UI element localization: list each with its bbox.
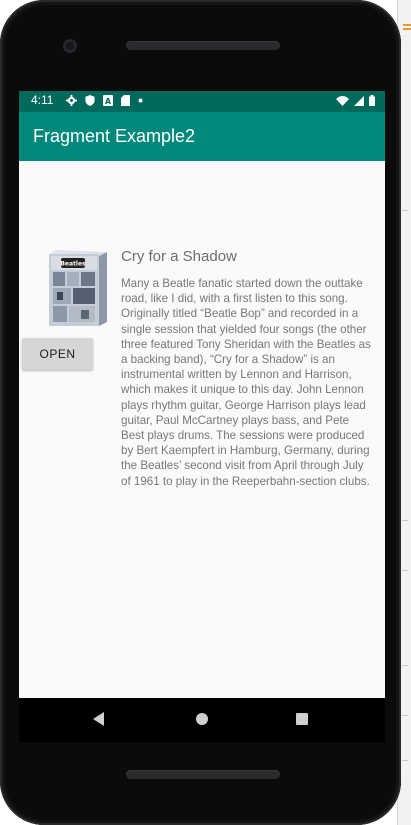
wifi-icon [336, 95, 349, 106]
song-description: Many a Beatle fanatic started down the o… [121, 277, 371, 488]
battery-icon [369, 95, 375, 106]
background-tick [402, 665, 408, 666]
background-tick [402, 715, 408, 716]
status-system-icons [336, 95, 375, 106]
recents-icon[interactable] [296, 713, 308, 725]
phone-screen: 4:11 A Fragment Example2 Beatles OPEN Cr… [19, 91, 385, 698]
song-title: Cry for a Shadow [121, 248, 237, 265]
phone-frame: 4:11 A Fragment Example2 Beatles OPEN Cr… [0, 0, 401, 825]
background-tick [402, 760, 408, 761]
back-icon[interactable] [92, 712, 106, 726]
open-button[interactable]: OPEN [22, 338, 93, 370]
background-orange-marks [403, 22, 411, 36]
album-cover-image[interactable]: Beatles [47, 248, 107, 328]
home-icon[interactable] [195, 712, 209, 726]
bottom-speaker [126, 770, 280, 779]
svg-text:Beatles: Beatles [60, 261, 86, 268]
status-notification-icons: A [66, 95, 143, 106]
svg-text:A: A [105, 97, 112, 106]
gear-icon [66, 95, 77, 106]
status-time: 4:11 [31, 93, 54, 107]
background-tick [402, 570, 408, 571]
sd-card-icon [121, 95, 130, 106]
front-camera [63, 39, 77, 53]
signal-icon [354, 95, 364, 106]
navigation-bar [19, 698, 385, 742]
background-tick [402, 520, 408, 521]
earpiece-speaker [126, 41, 280, 50]
app-title: Fragment Example2 [33, 126, 196, 146]
status-bar: 4:11 A [19, 91, 385, 112]
notification-a-icon: A [103, 95, 113, 106]
dot-icon [138, 98, 143, 103]
background-tick [402, 210, 408, 211]
shield-icon [85, 95, 95, 106]
app-bar: Fragment Example2 [19, 112, 385, 161]
